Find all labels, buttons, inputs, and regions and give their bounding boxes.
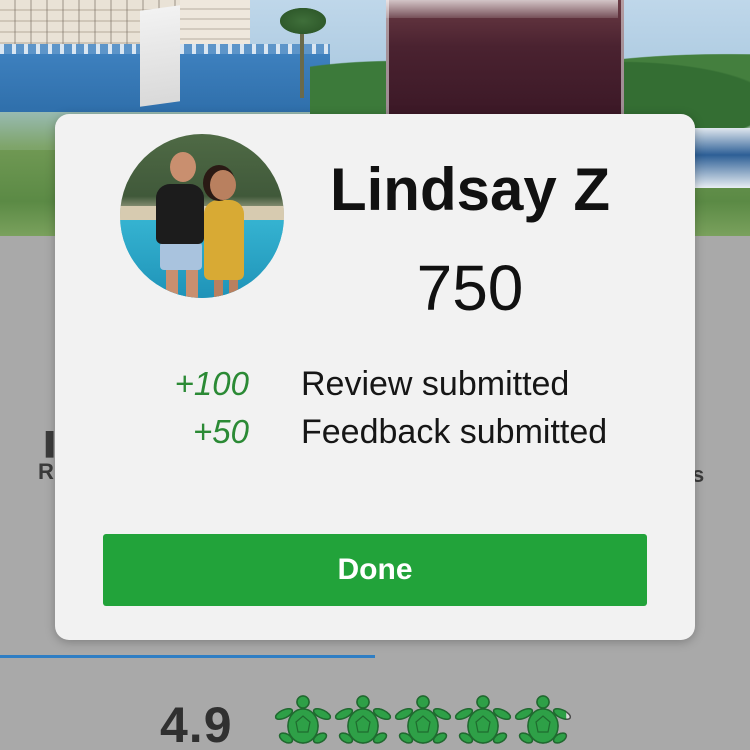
activity-label: Review submitted (301, 365, 570, 403)
turtle-icon (394, 695, 452, 744)
activity-label: Feedback submitted (301, 413, 608, 451)
rating-turtles (274, 694, 572, 750)
activity-row: +50 Feedback submitted (115, 410, 675, 454)
activity-points: +100 (174, 365, 249, 402)
rating-value: 4.9 (160, 697, 233, 750)
turtle-icon (334, 695, 392, 744)
turtle-icon (454, 695, 512, 744)
turtle-icon (274, 695, 332, 744)
activity-list: +100 Review submitted +50 Feedback submi… (115, 362, 675, 458)
app-screen: ▐ R s 4.9 Lindsay Z 750 +100 Review subm… (0, 0, 750, 750)
turtle-icon (514, 695, 572, 744)
profile-name: Lindsay Z (329, 156, 611, 223)
activity-row: +100 Review submitted (115, 362, 675, 406)
points-dialog: Lindsay Z 750 +100 Review submitted +50 … (55, 114, 695, 640)
avatar (120, 134, 284, 298)
progress-line (0, 655, 375, 658)
activity-points: +50 (193, 413, 249, 450)
points-total: 750 (416, 252, 524, 324)
done-button[interactable]: Done (103, 534, 647, 606)
